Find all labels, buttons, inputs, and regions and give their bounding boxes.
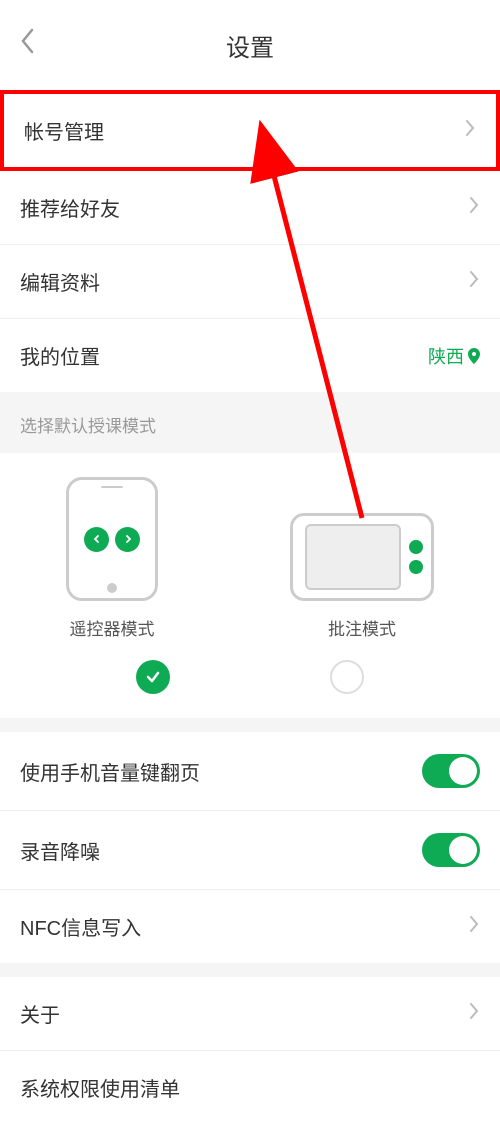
row-edit-profile[interactable]: 编辑资料 [0,245,500,319]
row-label: 帐号管理 [24,116,104,145]
mode-remote[interactable]: 遥控器模式 [66,477,158,640]
row-label: 录音降噪 [20,836,100,865]
radio-unselected-icon[interactable] [330,660,364,694]
row-label: 关于 [20,999,60,1028]
row-noise-reduction[interactable]: 录音降噪 [0,811,500,890]
row-label: NFC信息写入 [20,912,141,941]
chevron-right-icon [468,194,480,222]
mode-annotate[interactable]: 批注模式 [290,513,434,640]
row-volume-flip[interactable]: 使用手机音量键翻页 [0,732,500,811]
mode-name: 批注模式 [328,615,396,640]
row-permissions[interactable]: 系统权限使用清单 [0,1051,500,1124]
arrow-right-icon [115,527,140,552]
row-nfc[interactable]: NFC信息写入 [0,890,500,963]
location-value: 陕西 [428,343,480,369]
chevron-right-icon [464,117,476,145]
row-label: 系统权限使用清单 [20,1073,180,1102]
toggle-switch[interactable] [422,833,480,867]
mode-name: 遥控器模式 [70,615,155,640]
tablet-device-icon [290,513,434,601]
row-label: 编辑资料 [20,267,100,296]
location-pin-icon [468,348,480,364]
row-label: 推荐给好友 [20,193,120,222]
toggle-switch[interactable] [422,754,480,788]
back-icon[interactable] [18,26,36,64]
chevron-right-icon [468,913,480,941]
page-title: 设置 [226,28,274,63]
row-recommend[interactable]: 推荐给好友 [0,171,500,245]
chevron-right-icon [468,268,480,296]
phone-device-icon [66,477,158,601]
arrow-left-icon [84,527,109,552]
row-account[interactable]: 帐号管理 [0,90,500,171]
row-location[interactable]: 我的位置 陕西 [0,319,500,392]
radio-selected-icon[interactable] [136,660,170,694]
row-label: 使用手机音量键翻页 [20,757,200,786]
mode-section-label: 选择默认授课模式 [0,392,500,453]
chevron-right-icon [468,1000,480,1028]
row-label: 我的位置 [20,341,100,370]
row-about[interactable]: 关于 [0,977,500,1051]
